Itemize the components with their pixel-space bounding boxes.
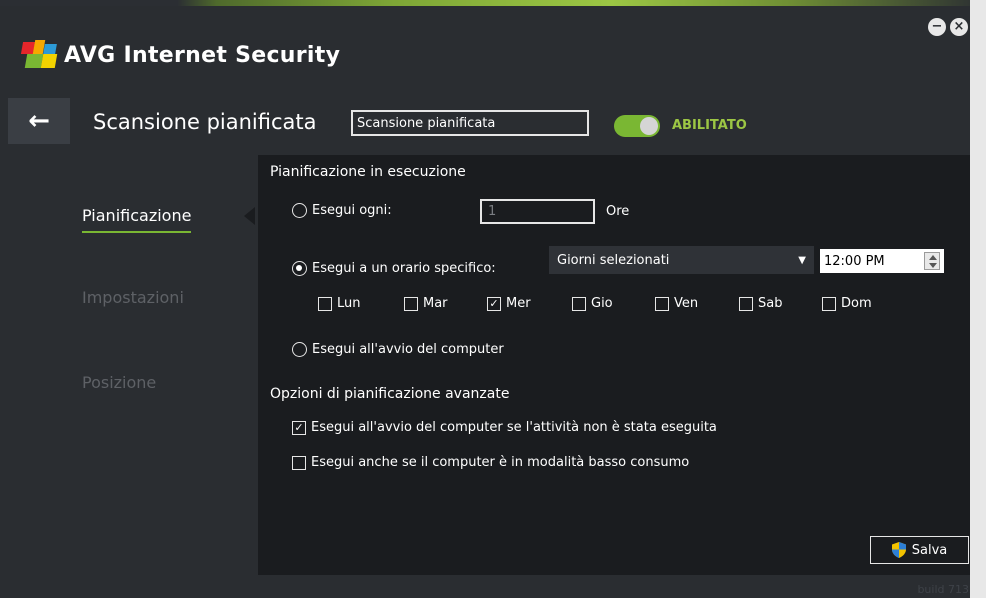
radio-button[interactable]: [292, 342, 307, 357]
checkbox[interactable]: [822, 296, 836, 311]
radio-run-specific-time[interactable]: Esegui a un orario specifico:: [292, 261, 496, 276]
day-checkbox-gio[interactable]: Gio: [572, 296, 613, 311]
desktop-edge: [970, 0, 986, 598]
nav-item-pianificazione[interactable]: Pianificazione: [82, 206, 192, 233]
arrow-left-icon: ←: [28, 106, 50, 136]
checkbox[interactable]: [739, 296, 753, 311]
chevron-down-icon: ▼: [798, 254, 806, 266]
save-button-label: Salva: [911, 542, 948, 558]
day-checkbox-sab[interactable]: Sab: [739, 296, 782, 311]
day-checkbox-dom[interactable]: Dom: [822, 296, 872, 311]
time-field[interactable]: 12:00 PM: [820, 249, 944, 273]
checkmark-icon[interactable]: ✓: [292, 420, 306, 435]
schedule-section-title: Pianificazione in esecuzione: [270, 164, 466, 180]
interval-input[interactable]: [480, 199, 595, 224]
avg-logo-icon: [20, 40, 58, 70]
checkbox[interactable]: [655, 296, 669, 311]
window-controls: − ×: [928, 18, 968, 36]
app-logo: AVG Internet Security: [20, 40, 341, 70]
radio-run-at-startup-label: Esegui all'avvio del computer: [312, 342, 504, 357]
build-number: build 7132: [917, 583, 976, 596]
run-if-missed-label: Esegui all'avvio del computer se l'attiv…: [311, 420, 717, 435]
top-accent-bar: [0, 0, 986, 6]
page-title: Scansione pianificata: [93, 110, 317, 134]
advanced-section-title: Opzioni di pianificazione avanzate: [270, 386, 510, 402]
checkbox[interactable]: [404, 296, 418, 311]
app-window: − × AVG Internet Security ← Scansione pi…: [0, 0, 986, 598]
minimize-button[interactable]: −: [928, 18, 946, 36]
uac-shield-icon: [891, 542, 906, 558]
active-nav-pointer: [244, 207, 255, 225]
day-checkbox-lun[interactable]: Lun: [318, 296, 361, 311]
close-button[interactable]: ×: [950, 18, 968, 36]
radio-button-selected[interactable]: [292, 261, 307, 276]
checkbox-run-low-power[interactable]: Esegui anche se il computer è in modalit…: [292, 455, 689, 470]
days-select[interactable]: Giorni selezionati ▼: [549, 246, 814, 274]
time-value: 12:00 PM: [824, 253, 885, 269]
radio-run-every-label: Esegui ogni:: [312, 203, 392, 218]
checkbox[interactable]: [292, 455, 306, 470]
enabled-toggle[interactable]: [614, 115, 660, 137]
back-button[interactable]: ←: [8, 98, 70, 144]
nav-item-impostazioni[interactable]: Impostazioni: [82, 288, 184, 307]
save-button[interactable]: Salva: [870, 536, 969, 564]
day-checkbox-ven[interactable]: Ven: [655, 296, 698, 311]
radio-run-specific-label: Esegui a un orario specifico:: [312, 261, 496, 276]
radio-run-at-startup[interactable]: Esegui all'avvio del computer: [292, 342, 504, 357]
checkmark-icon[interactable]: ✓: [487, 296, 501, 311]
run-low-power-label: Esegui anche se il computer è in modalit…: [311, 455, 690, 470]
day-checkbox-mar[interactable]: Mar: [404, 296, 448, 311]
radio-run-every[interactable]: Esegui ogni:: [292, 203, 392, 218]
toggle-knob: [640, 117, 658, 135]
app-title: AVG Internet Security: [64, 42, 341, 68]
checkbox-run-if-missed[interactable]: ✓ Esegui all'avvio del computer se l'att…: [292, 420, 717, 435]
interval-unit-label: Ore: [606, 204, 630, 219]
nav-item-posizione[interactable]: Posizione: [82, 373, 156, 392]
days-select-value: Giorni selezionati: [557, 252, 670, 268]
scan-name-input[interactable]: [351, 110, 589, 136]
toggle-status-label: ABILITATO: [672, 118, 747, 133]
radio-button[interactable]: [292, 203, 307, 218]
time-spinner[interactable]: [924, 252, 940, 270]
day-checkbox-mer[interactable]: ✓ Mer: [487, 296, 531, 311]
checkbox[interactable]: [572, 296, 586, 311]
checkbox[interactable]: [318, 296, 332, 311]
